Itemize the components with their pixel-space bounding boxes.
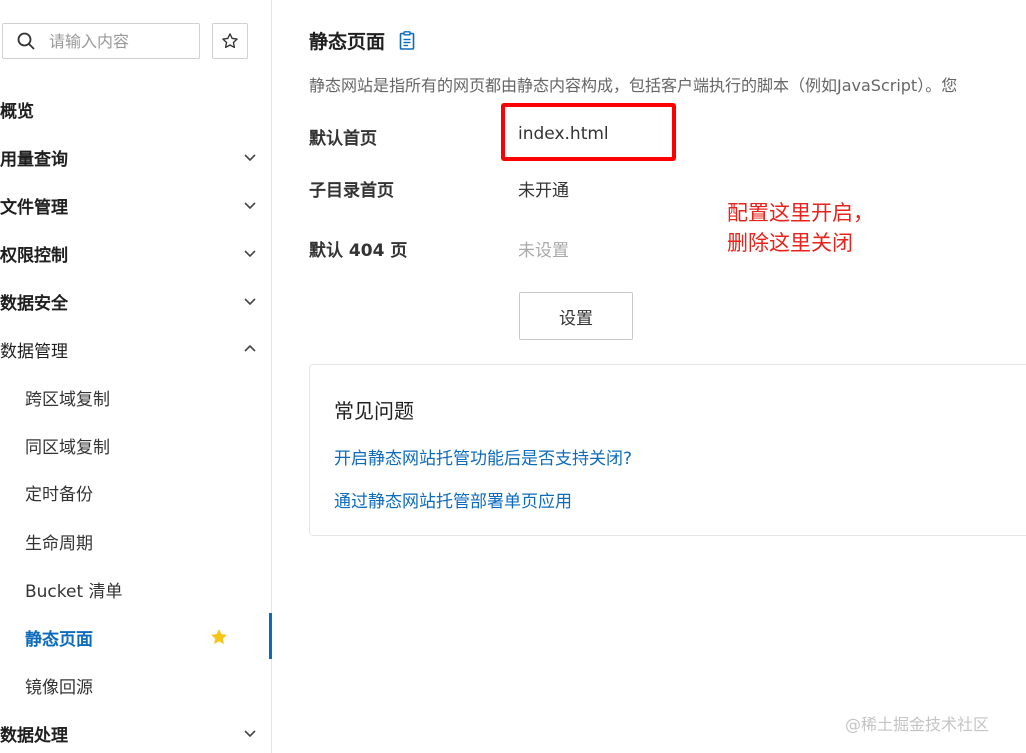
sidebar-item-files[interactable]: 文件管理 xyxy=(0,185,271,225)
subdirectory-homepage-label: 子目录首页 xyxy=(309,181,394,201)
chevron-down-icon xyxy=(244,298,256,306)
sidebar-item-overview[interactable]: 概览 xyxy=(0,89,271,129)
sidebar-item-data-management[interactable]: 数据管理 xyxy=(0,329,271,369)
sidebar-item-label: 生命周期 xyxy=(25,533,93,554)
document-icon[interactable] xyxy=(399,31,415,50)
search-input[interactable] xyxy=(49,31,189,51)
search-box[interactable] xyxy=(2,23,200,59)
chevron-down-icon xyxy=(244,250,256,258)
star-filled-icon[interactable] xyxy=(209,627,229,647)
page-title: 静态页面 xyxy=(309,27,415,54)
chevron-down-icon xyxy=(244,730,256,738)
default-404-value: 未设置 xyxy=(518,241,569,261)
annotation-text: 配置这里开启， 删除这里关闭 xyxy=(727,198,874,258)
sidebar-item-lifecycle[interactable]: 生命周期 xyxy=(0,521,271,561)
sidebar-item-label: 数据处理 xyxy=(0,725,68,746)
faq-title: 常见问题 xyxy=(334,399,414,423)
sidebar-item-bucket-inventory[interactable]: Bucket 清单 xyxy=(0,569,271,609)
sidebar-item-cross-region-replication[interactable]: 跨区域复制 xyxy=(0,377,271,417)
sidebar-item-label: 定时备份 xyxy=(25,484,93,505)
page-description: 静态网站是指所有的网页都由静态内容构成，包括客户端执行的脚本（例如JavaScr… xyxy=(309,76,958,95)
faq-card: 常见问题 开启静态网站托管功能后是否支持关闭? 通过静态网站托管部署单页应用 xyxy=(309,364,1026,536)
faq-link[interactable]: 开启静态网站托管功能后是否支持关闭? xyxy=(334,444,632,469)
sidebar-item-label: 镜像回源 xyxy=(25,677,93,698)
sidebar: 概览 用量查询 文件管理 权限控制 数据安全 数据管理 跨区域复制 同区域复制 … xyxy=(0,0,272,753)
sidebar-item-label: 权限控制 xyxy=(0,245,68,266)
active-indicator xyxy=(269,613,272,659)
sidebar-item-label: Bucket 清单 xyxy=(25,581,123,602)
main-content: 静态页面 静态网站是指所有的网页都由静态内容构成，包括客户端执行的脚本（例如Ja… xyxy=(273,0,1026,753)
sidebar-item-label: 数据管理 xyxy=(0,341,68,362)
search-icon xyxy=(17,32,35,50)
sidebar-item-mirror-origin[interactable]: 镜像回源 xyxy=(0,665,271,705)
page-title-text: 静态页面 xyxy=(309,31,386,53)
sidebar-item-scheduled-backup[interactable]: 定时备份 xyxy=(0,472,271,512)
default-404-label: 默认 404 页 xyxy=(309,241,408,261)
sidebar-item-label: 用量查询 xyxy=(0,149,68,170)
chevron-down-icon xyxy=(244,154,256,162)
annotation-line: 删除这里关闭 xyxy=(727,231,853,255)
faq-link[interactable]: 通过静态网站托管部署单页应用 xyxy=(334,487,572,512)
sidebar-item-label: 数据安全 xyxy=(0,293,68,314)
sidebar-item-label: 概览 xyxy=(0,101,34,122)
chevron-down-icon xyxy=(244,202,256,210)
settings-button[interactable]: 设置 xyxy=(519,292,633,340)
subdirectory-homepage-value: 未开通 xyxy=(518,181,569,201)
watermark: @稀土掘金技术社区 xyxy=(845,715,990,734)
sidebar-item-label: 跨区域复制 xyxy=(25,389,110,410)
sidebar-item-permissions[interactable]: 权限控制 xyxy=(0,233,271,273)
chevron-up-icon xyxy=(244,344,256,352)
sidebar-item-label: 静态页面 xyxy=(25,629,93,650)
favorite-toggle-button[interactable] xyxy=(212,23,248,59)
sidebar-item-label: 同区域复制 xyxy=(25,437,110,458)
sidebar-item-static-pages[interactable]: 静态页面 xyxy=(0,617,271,657)
search-row xyxy=(0,23,272,59)
default-homepage-label: 默认首页 xyxy=(309,129,377,149)
sidebar-item-data-security[interactable]: 数据安全 xyxy=(0,281,271,321)
sidebar-item-same-region-replication[interactable]: 同区域复制 xyxy=(0,425,271,465)
sidebar-item-data-processing[interactable]: 数据处理 xyxy=(0,713,271,753)
sidebar-item-usage[interactable]: 用量查询 xyxy=(0,137,271,177)
star-outline-icon xyxy=(222,33,238,49)
sidebar-item-label: 文件管理 xyxy=(0,197,68,218)
highlight-box xyxy=(501,103,676,161)
annotation-line: 配置这里开启， xyxy=(727,201,874,225)
